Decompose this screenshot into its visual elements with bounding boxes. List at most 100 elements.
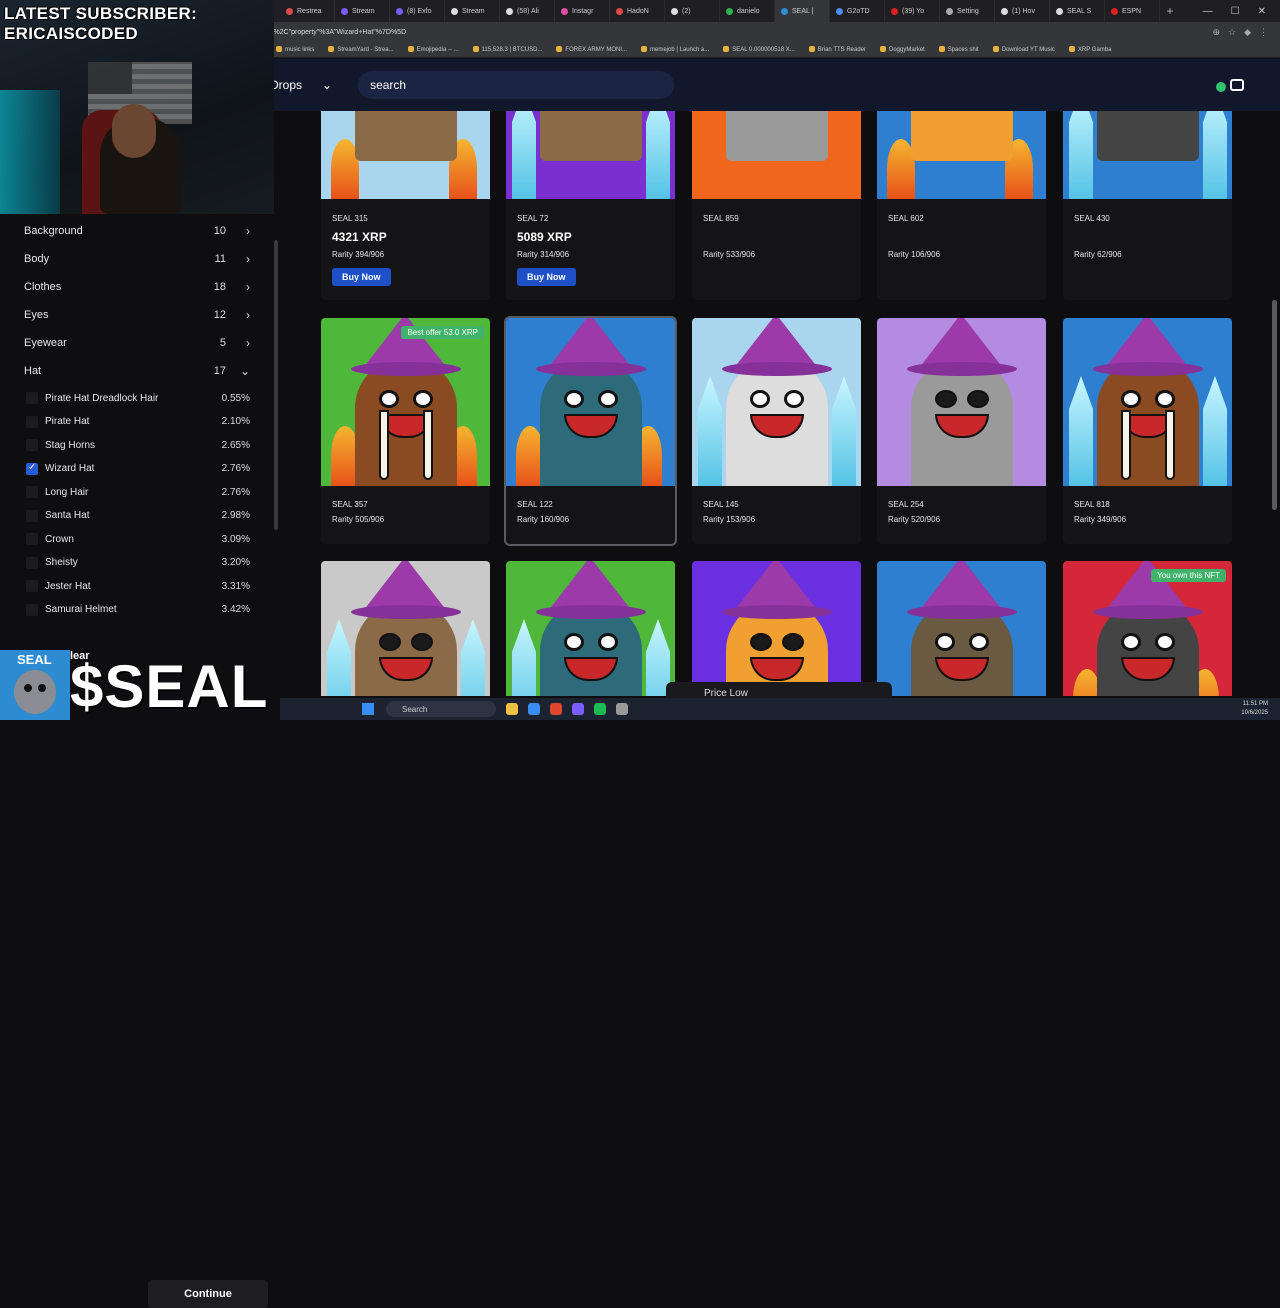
nft-card[interactable]: SEAL 859 Rarity 533/906 [692,111,861,300]
nft-card[interactable] [877,561,1046,696]
search-input[interactable]: search [358,71,675,99]
checkbox[interactable] [26,462,38,475]
nft-image[interactable] [877,318,1046,486]
windows-start-icon[interactable] [362,703,374,715]
trait-category-eyewear[interactable]: Eyewear 5 › [24,331,254,355]
nft-image[interactable] [877,111,1046,199]
nft-card[interactable]: SEAL 254 Rarity 520/906 [877,318,1046,544]
bookmark-item[interactable]: FOREX ARMY MONI... [556,46,627,53]
browser-tab[interactable]: Stream [445,0,500,22]
hat-option[interactable]: Pirate Hat 2.10% [26,411,252,433]
nft-card[interactable] [321,561,490,696]
hat-option[interactable]: Crown 3.09% [26,528,252,550]
nft-card[interactable]: SEAL 315 4321 XRP Rarity 394/906 Buy Now [321,111,490,300]
trait-category-clothes[interactable]: Clothes 18 › [24,275,254,299]
close-icon[interactable]: ✕ [1258,6,1266,17]
nft-image[interactable] [877,561,1046,696]
hat-option[interactable]: Stag Horns 2.65% [26,434,252,456]
nft-card[interactable]: SEAL 145 Rarity 153/906 [692,318,861,544]
sidebar-scrollbar[interactable] [274,240,278,530]
bookmark-item[interactable]: DoggyMarket [880,46,925,53]
nft-image[interactable] [1063,111,1232,199]
browser-tab[interactable]: Instagr [555,0,610,22]
browser-tab[interactable]: SEAL | [775,0,830,22]
checkbox[interactable] [26,415,38,428]
minimize-icon[interactable]: — [1203,6,1213,17]
nft-card[interactable]: SEAL 602 Rarity 106/906 [877,111,1046,300]
nft-image[interactable] [692,318,861,486]
nft-image[interactable] [1063,318,1232,486]
folder-icon[interactable] [506,703,518,715]
browser-tab[interactable]: (2) [665,0,720,22]
trait-category-background[interactable]: Background 10 › [24,219,254,243]
browser-tab[interactable]: Setting [940,0,995,22]
bookmark-item[interactable]: SEAL 0.000000518 X... [723,46,795,53]
settings-icon[interactable] [616,703,628,715]
star-icon[interactable]: ☆ [1228,27,1236,38]
wallet-icon[interactable] [1230,79,1244,91]
maximize-icon[interactable]: ☐ [1231,6,1240,17]
browser-tab[interactable]: SEAL S [1050,0,1105,22]
buy-now-button[interactable]: Buy Now [517,268,576,286]
browser-tab[interactable]: (39) Yo [885,0,940,22]
taskbar-search[interactable]: Search [386,701,496,717]
bookmark-item[interactable]: StreamYard - Strea... [328,46,393,53]
bookmark-item[interactable]: Brian TTS Reader [809,46,866,53]
bookmark-item[interactable]: XRP Gamba [1069,46,1112,53]
bookmark-item[interactable]: Download YT Music [993,46,1055,53]
zoom-icon[interactable]: ⊕ [1212,27,1220,38]
nft-card[interactable]: Best offer 53.0 XRP SEAL 357 Rarity 505/90… [321,318,490,544]
hat-option[interactable]: Jester Hat 3.31% [26,575,252,597]
nft-image[interactable] [506,111,675,199]
extension-icon[interactable]: ◆ [1244,27,1251,38]
nft-card[interactable]: SEAL 122 Rarity 160/906 [504,316,677,546]
browser-tab[interactable]: (1) Hov [995,0,1050,22]
trait-category-eyes[interactable]: Eyes 12 › [24,303,254,327]
nft-card[interactable] [692,561,861,696]
nft-image[interactable] [321,111,490,199]
browser-tab[interactable]: Stream [335,0,390,22]
checkbox[interactable] [26,439,38,451]
bookmark-item[interactable]: Emojipedia -- ... [408,46,459,53]
hat-option[interactable]: Long Hair 2.76% [26,481,252,503]
spotify-icon[interactable] [594,703,606,715]
bookmark-item[interactable]: 115,528.3 | BTCUSD... [473,46,543,53]
page-scrollbar[interactable] [1272,300,1277,510]
nft-card[interactable]: You own this NFT [1063,561,1232,696]
trait-category-body[interactable]: Body 11 › [24,247,254,271]
checkbox[interactable] [26,486,38,498]
chrome-icon[interactable] [550,703,562,715]
browser-tab[interactable]: (8) Exfo [390,0,445,22]
new-tab-icon[interactable]: + [1160,4,1180,18]
nft-card[interactable]: SEAL 430 Rarity 62/906 [1063,111,1232,300]
checkbox[interactable] [26,603,38,616]
browser-tab[interactable]: Restrea [280,0,335,22]
hat-option[interactable]: Santa Hat 2.98% [26,505,252,527]
continue-button[interactable]: Continue [148,1280,268,1308]
checkbox[interactable] [26,392,38,404]
hat-option[interactable]: Sheisty 3.20% [26,552,252,574]
bookmark-item[interactable]: Spaces shit [939,46,979,53]
nft-card[interactable] [506,561,675,696]
hat-option[interactable]: Pirate Hat Dreadlock Hair 0.55% [26,387,252,409]
bookmark-item[interactable]: music links [276,46,314,53]
trait-category-hat[interactable]: Hat 17 ⌄ [24,359,254,383]
browser-tab[interactable]: danielo [720,0,775,22]
drops-menu[interactable]: Drops ⌄ [270,78,332,92]
nft-image[interactable] [506,318,675,486]
nft-image[interactable] [321,318,490,486]
nft-image[interactable] [692,561,861,696]
checkbox[interactable] [26,533,38,545]
nft-image[interactable] [692,111,861,199]
discord-icon[interactable] [572,703,584,715]
browser-tab[interactable]: (58) Ali [500,0,555,22]
nft-card[interactable]: SEAL 72 5089 XRP Rarity 314/906 Buy Now [506,111,675,300]
nft-image[interactable] [506,561,675,696]
hat-option[interactable]: Wizard Hat 2.76% [26,458,252,480]
checkbox[interactable] [26,509,38,522]
checkbox[interactable] [26,580,38,592]
nft-image[interactable] [321,561,490,696]
nft-card[interactable]: SEAL 818 Rarity 349/906 [1063,318,1232,544]
edge-icon[interactable] [528,703,540,715]
checkbox[interactable] [26,556,38,569]
